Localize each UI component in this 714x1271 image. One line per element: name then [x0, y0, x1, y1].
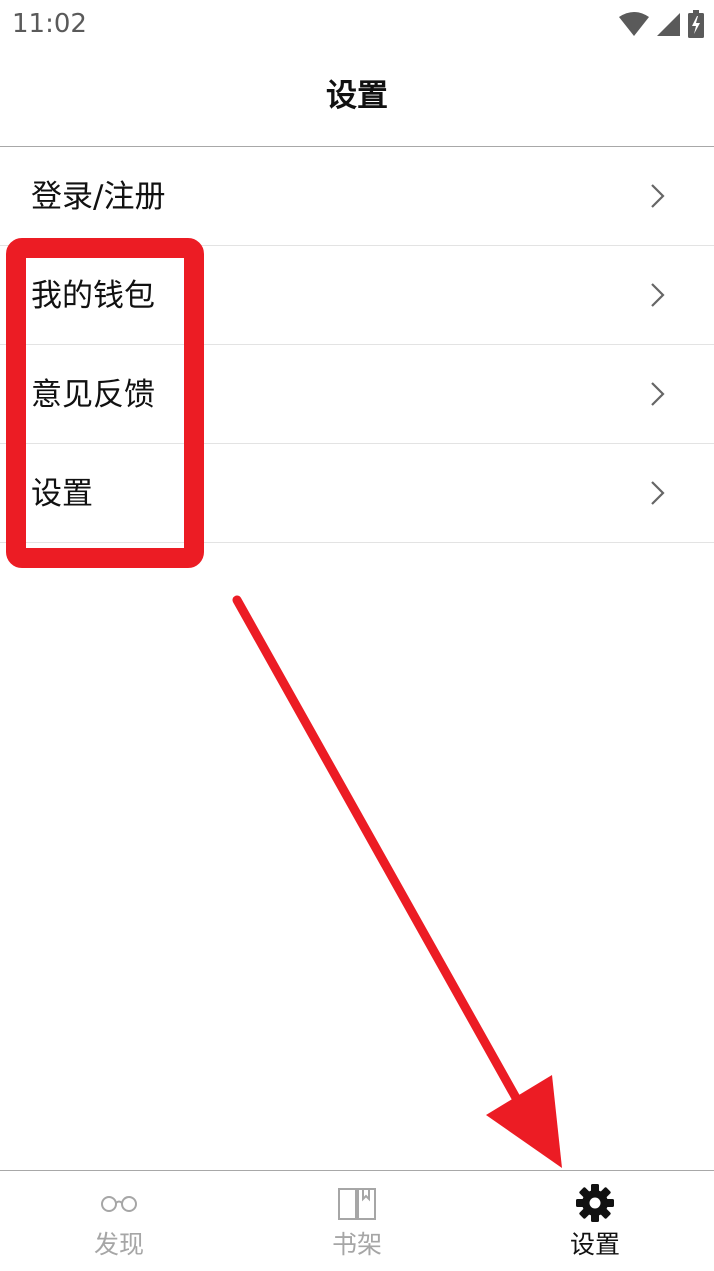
annotation-arrow-shaft: [232, 595, 525, 1110]
tab-bookshelf[interactable]: 书架: [238, 1171, 476, 1271]
battery-charging-icon: [688, 10, 704, 38]
settings-menu: 登录/注册 我的钱包 意见反馈 设置: [0, 147, 714, 543]
status-icons: [618, 10, 704, 38]
chevron-right-icon: [651, 283, 665, 307]
book-icon: [338, 1188, 376, 1220]
status-time: 11:02: [12, 9, 87, 39]
menu-item-label: 我的钱包: [31, 278, 155, 314]
menu-item-label: 设置: [31, 476, 93, 512]
bottom-tab-bar: 发现 书架 设置: [0, 1170, 714, 1271]
chevron-right-icon: [651, 382, 665, 406]
menu-item-label: 登录/注册: [31, 179, 166, 215]
wifi-icon: [619, 12, 649, 36]
menu-item-feedback[interactable]: 意见反馈: [0, 345, 714, 444]
page-header: 设置: [0, 50, 714, 147]
menu-item-wallet[interactable]: 我的钱包: [0, 246, 714, 345]
gear-icon: [576, 1184, 614, 1222]
chevron-right-icon: [651, 184, 665, 208]
chevron-right-icon: [651, 481, 665, 505]
tab-discover[interactable]: 发现: [0, 1171, 238, 1271]
tab-label: 发现: [93, 1230, 144, 1259]
menu-item-label: 意见反馈: [31, 377, 155, 413]
cellular-signal-icon: [657, 13, 680, 36]
glasses-icon: [101, 1196, 137, 1212]
menu-item-login-register[interactable]: 登录/注册: [0, 147, 714, 246]
status-bar: 11:02: [0, 0, 714, 50]
page-title: 设置: [326, 78, 388, 114]
annotation-arrow-head: [486, 1075, 562, 1168]
menu-item-settings[interactable]: 设置: [0, 444, 714, 543]
tab-label: 设置: [569, 1230, 620, 1259]
tab-settings[interactable]: 设置: [476, 1171, 714, 1271]
tab-label: 书架: [331, 1230, 382, 1259]
